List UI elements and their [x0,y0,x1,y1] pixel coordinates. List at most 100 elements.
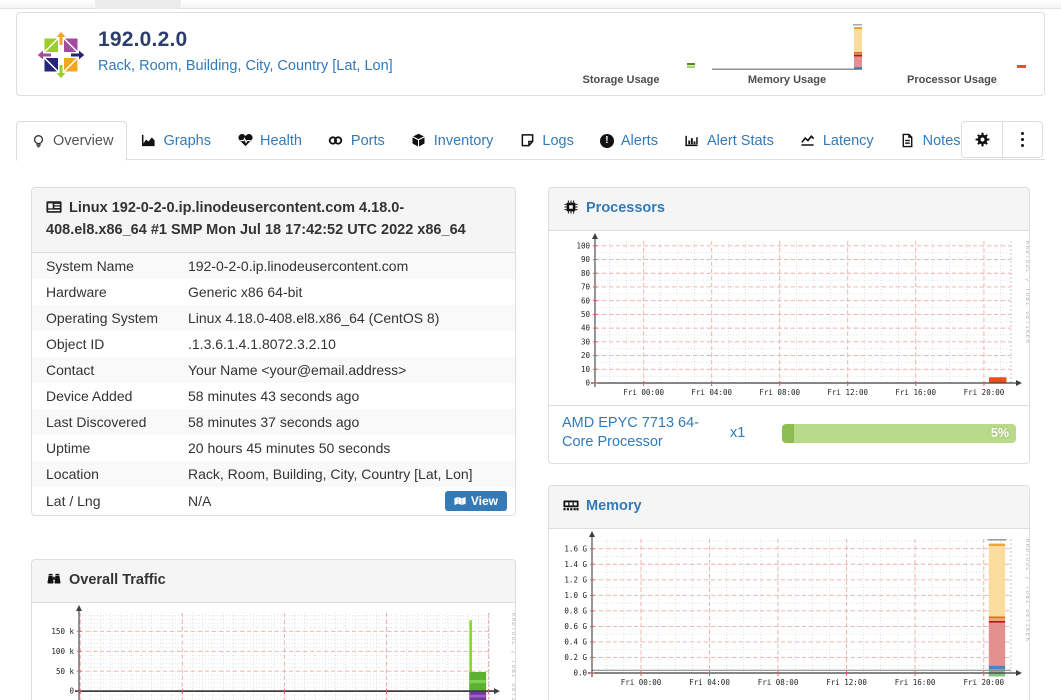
memory-title-link[interactable]: Memory [586,498,642,514]
view-location-button[interactable]: View [444,490,507,511]
info-row-lat-lng: Lat / Lng N/A View [32,487,515,515]
memory-usage-minigraph[interactable] [712,24,862,72]
info-label: Location [46,465,99,482]
kebab-icon [1020,132,1025,147]
tab-list: Overview Graphs Health Ports Inventory Logs ! A… [16,120,1045,161]
info-label: System Name [46,257,134,274]
svg-text:0.0: 0.0 [573,668,587,677]
cpu-count: x1 [730,425,746,442]
svg-text:50 k: 50 k [56,667,75,676]
info-value: Generic x86 64-bit [188,283,303,300]
lightbulb-icon [30,133,46,149]
memory-icon [563,498,579,512]
cpu-usage-fill [782,423,794,443]
tab-health[interactable]: Health [224,121,315,160]
tab-overview[interactable]: Overview [16,121,128,161]
info-label: Last Discovered [46,413,147,430]
gear-icon [974,132,990,148]
processors-title-link[interactable]: Processors [586,200,665,216]
info-row-uptime: Uptime 20 hours 45 minutes 50 seconds [32,435,515,461]
svg-text:50: 50 [581,310,591,319]
info-label: Lat / Lng [46,492,101,509]
centos-logo-icon [36,30,86,80]
cpu-name-link[interactable]: AMD EPYC 7713 64-Core Processor [562,414,730,453]
device-tabbar: Overview Graphs Health Ports Inventory Logs ! A… [16,120,1045,161]
svg-text:Fri 20:00: Fri 20:00 [964,388,1005,397]
tab-ports[interactable]: Ports [315,121,398,160]
microchip-icon [563,200,579,214]
device-settings-button[interactable] [962,122,1002,157]
processors-header: Processors [549,188,1029,231]
info-row-operating-system: Operating System Linux 4.18.0-408.el8.x86… [32,304,515,331]
tab-latency[interactable]: Latency [787,121,887,160]
map-icon [454,496,466,506]
svg-text:150 k: 150 k [51,627,74,636]
system-info-panel: Linux 192-0-2-0.ip.linodeusercontent.com… [31,187,516,516]
tab-label: Notes [922,132,961,149]
info-row-device-added: Device Added 58 minutes 43 seconds ago [32,383,515,409]
svg-text:RRDTOOL / TOBI OETIKER: RRDTOOL / TOBI OETIKER [1024,241,1029,344]
info-row-hardware: Hardware Generic x86 64-bit [32,279,515,305]
memory-usage-label: Memory Usage [747,74,827,86]
svg-text:60: 60 [581,296,591,305]
svg-text:Fri 12:00: Fri 12:00 [826,678,867,687]
info-value: 58 minutes 43 seconds ago [188,387,360,404]
info-label: Device Added [46,387,133,404]
svg-text:Fri 16:00: Fri 16:00 [895,388,936,397]
system-info-table: System Name 192-0-2-0.ip.linodeuserconten… [32,252,515,515]
svg-text:Fri 00:00: Fri 00:00 [623,388,664,397]
info-row-location: Location Rack, Room, Building, City, Coun… [32,460,515,487]
tab-inventory[interactable]: Inventory [398,121,507,160]
tab-label: Logs [542,132,574,149]
device-more-menu-button[interactable] [1002,122,1042,157]
svg-text:1.4 G: 1.4 G [564,560,587,569]
tab-label: Latency [822,132,874,149]
memory-graph[interactable]: 0.0 0.2 G 0.4 G 0.6 G 0.8 G 1.0 G 1.2 G 1.4 G 1.… [549,530,1029,696]
info-row-contact: Contact Your Name <your@email.address> [32,356,515,383]
line-chart-icon [800,133,816,149]
info-value: Rack, Room, Building, City, Country [Lat… [188,465,473,482]
librenms-device-page: 192.0.2.0 Rack, Room, Building, City, Co… [0,0,1061,700]
cube-icon [411,133,427,149]
svg-text:RRDTOOL / TOBI OETIKER: RRDTOOL / TOBI OETIKER [1024,539,1029,642]
info-value: Your Name <your@email.address> [188,361,407,378]
cpu-row: AMD EPYC 7713 64-Core Processor x1 5% [549,404,1029,463]
address-card-icon [46,200,62,214]
tab-alert-stats[interactable]: Alert Stats [671,121,787,160]
svg-text:Fri 20:00: Fri 20:00 [963,678,1004,687]
svg-text:0: 0 [69,686,74,695]
info-value: Linux 4.18.0-408.el8.x86_64 (CentOS 8) [188,309,440,326]
info-row-system-name: System Name 192-0-2-0.ip.linodeuserconten… [32,252,515,279]
tab-label: Health [260,132,302,149]
svg-text:80: 80 [581,269,591,278]
overall-traffic-panel: Overall Traffic 0 50 k 100 k 150 k RRDTOOL /… [31,559,516,700]
binoculars-icon [46,572,62,586]
system-info-header: Linux 192-0-2-0.ip.linodeusercontent.com… [32,188,515,253]
processors-chart-wrap: 0 10 20 30 40 50 60 70 80 90 100 Fri 00:00 Fri 04:00… [549,231,1029,405]
file-icon [900,133,916,149]
storage-usage-minigraph[interactable] [546,24,696,72]
overall-traffic-graph[interactable]: 0 50 k 100 k 150 k RRDTOOL / TOBI OETIKER [32,604,515,700]
svg-text:0.6 G: 0.6 G [564,622,587,631]
svg-text:1.6 G: 1.6 G [564,544,587,553]
memory-usage-minigraph-block: Memory Usage [712,24,862,86]
overall-traffic-chart-wrap: 0 50 k 100 k 150 k RRDTOOL / TOBI OETIKER [32,603,515,700]
navbar-brand-sliver [95,0,181,9]
info-label: Operating System [46,309,159,326]
tab-logs[interactable]: Logs [506,121,586,160]
svg-text:100 k: 100 k [51,647,74,656]
tab-alerts[interactable]: ! Alerts [587,121,671,160]
processors-panel: Processors 0 10 20 30 40 50 60 70 80 90 100 Fri 00:… [548,187,1030,464]
svg-text:90: 90 [581,255,591,264]
info-row-object-id: Object ID .1.3.6.1.4.1.8072.3.2.10 [32,331,515,357]
svg-text:0: 0 [585,378,590,387]
device-hostname[interactable]: 192.0.2.0 [98,28,187,52]
tab-label: Alerts [620,132,658,149]
device-location-link[interactable]: Rack, Room, Building, City, Country [Lat… [98,58,393,74]
heartbeat-icon [237,133,253,149]
processors-graph[interactable]: 0 10 20 30 40 50 60 70 80 90 100 Fri 00:00 Fri 04:00… [549,232,1029,403]
processor-usage-minigraph[interactable] [877,24,1027,72]
device-header-card: 192.0.2.0 Rack, Room, Building, City, Co… [16,12,1045,96]
tab-graphs[interactable]: Graphs [127,121,224,160]
system-banner-text: Linux 192-0-2-0.ip.linodeusercontent.com… [46,200,466,238]
